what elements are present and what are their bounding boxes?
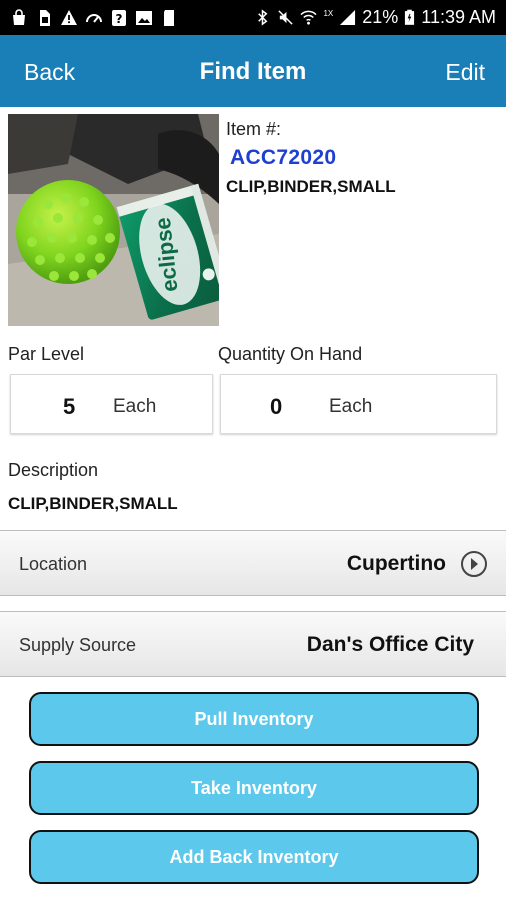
clock: 11:39 AM — [421, 7, 496, 27]
warning-icon — [61, 9, 77, 25]
supply-source-row[interactable]: Supply Source Dan's Office City — [0, 611, 506, 677]
mute-icon — [278, 10, 294, 25]
bluetooth-icon — [258, 9, 268, 26]
battery-percent: 21% — [362, 7, 399, 27]
quantity-on-hand-value: 0 — [270, 394, 283, 419]
location-value: Cupertino — [346, 552, 446, 575]
page-title: Find Item — [199, 58, 307, 85]
navigation-bar: Back Find Item Edit — [0, 35, 506, 107]
shopping-bag-icon — [13, 8, 25, 25]
speedometer-icon — [86, 13, 102, 23]
location-label: Location — [19, 554, 88, 574]
signal-icon — [340, 9, 356, 26]
notification-icons: ? — [10, 8, 178, 27]
quantity-on-hand-field[interactable]: 0 Each — [220, 374, 497, 434]
item-photo-image: eclipse — [8, 114, 219, 326]
supply-source-label: Supply Source — [19, 635, 137, 655]
description-label: Description — [8, 460, 99, 480]
item-number: ACC72020 — [230, 146, 337, 169]
supply-source-value: Dan's Office City — [306, 633, 474, 656]
status-bar: ? 1X 21% 11:39 AM — [0, 0, 506, 35]
pull-inventory-button[interactable]: Pull Inventory — [29, 692, 479, 746]
par-level-value: 5 — [63, 394, 76, 419]
item-number-label: Item #: — [226, 119, 282, 139]
help-icon: ? — [112, 9, 126, 26]
quantity-on-hand-label: Quantity On Hand — [218, 344, 363, 364]
wifi-icon — [300, 10, 318, 25]
par-level-field[interactable]: 5 Each — [10, 374, 213, 434]
battery-icon — [405, 9, 415, 25]
sd-card-icon — [164, 9, 174, 26]
network-type: 1X — [323, 9, 334, 18]
par-level-label: Par Level — [8, 344, 85, 364]
image-icon — [136, 10, 152, 25]
chevron-right-circle-icon[interactable] — [460, 550, 488, 578]
description-text: CLIP,BINDER,SMALL — [8, 494, 178, 513]
take-inventory-button[interactable]: Take Inventory — [29, 761, 479, 815]
location-row[interactable]: Location Cupertino — [0, 530, 506, 596]
item-photo[interactable]: eclipse — [8, 114, 219, 326]
add-back-inventory-button[interactable]: Add Back Inventory — [29, 830, 479, 884]
svg-text:?: ? — [116, 12, 123, 26]
edit-button[interactable]: Edit — [445, 59, 485, 86]
system-status: 1X 21% 11:39 AM — [254, 7, 496, 28]
spiky-ball — [16, 180, 120, 284]
item-name: CLIP,BINDER,SMALL — [226, 177, 396, 196]
par-level-unit: Each — [113, 396, 157, 417]
quantity-on-hand-unit: Each — [329, 396, 373, 417]
sim-card-icon — [40, 9, 50, 26]
